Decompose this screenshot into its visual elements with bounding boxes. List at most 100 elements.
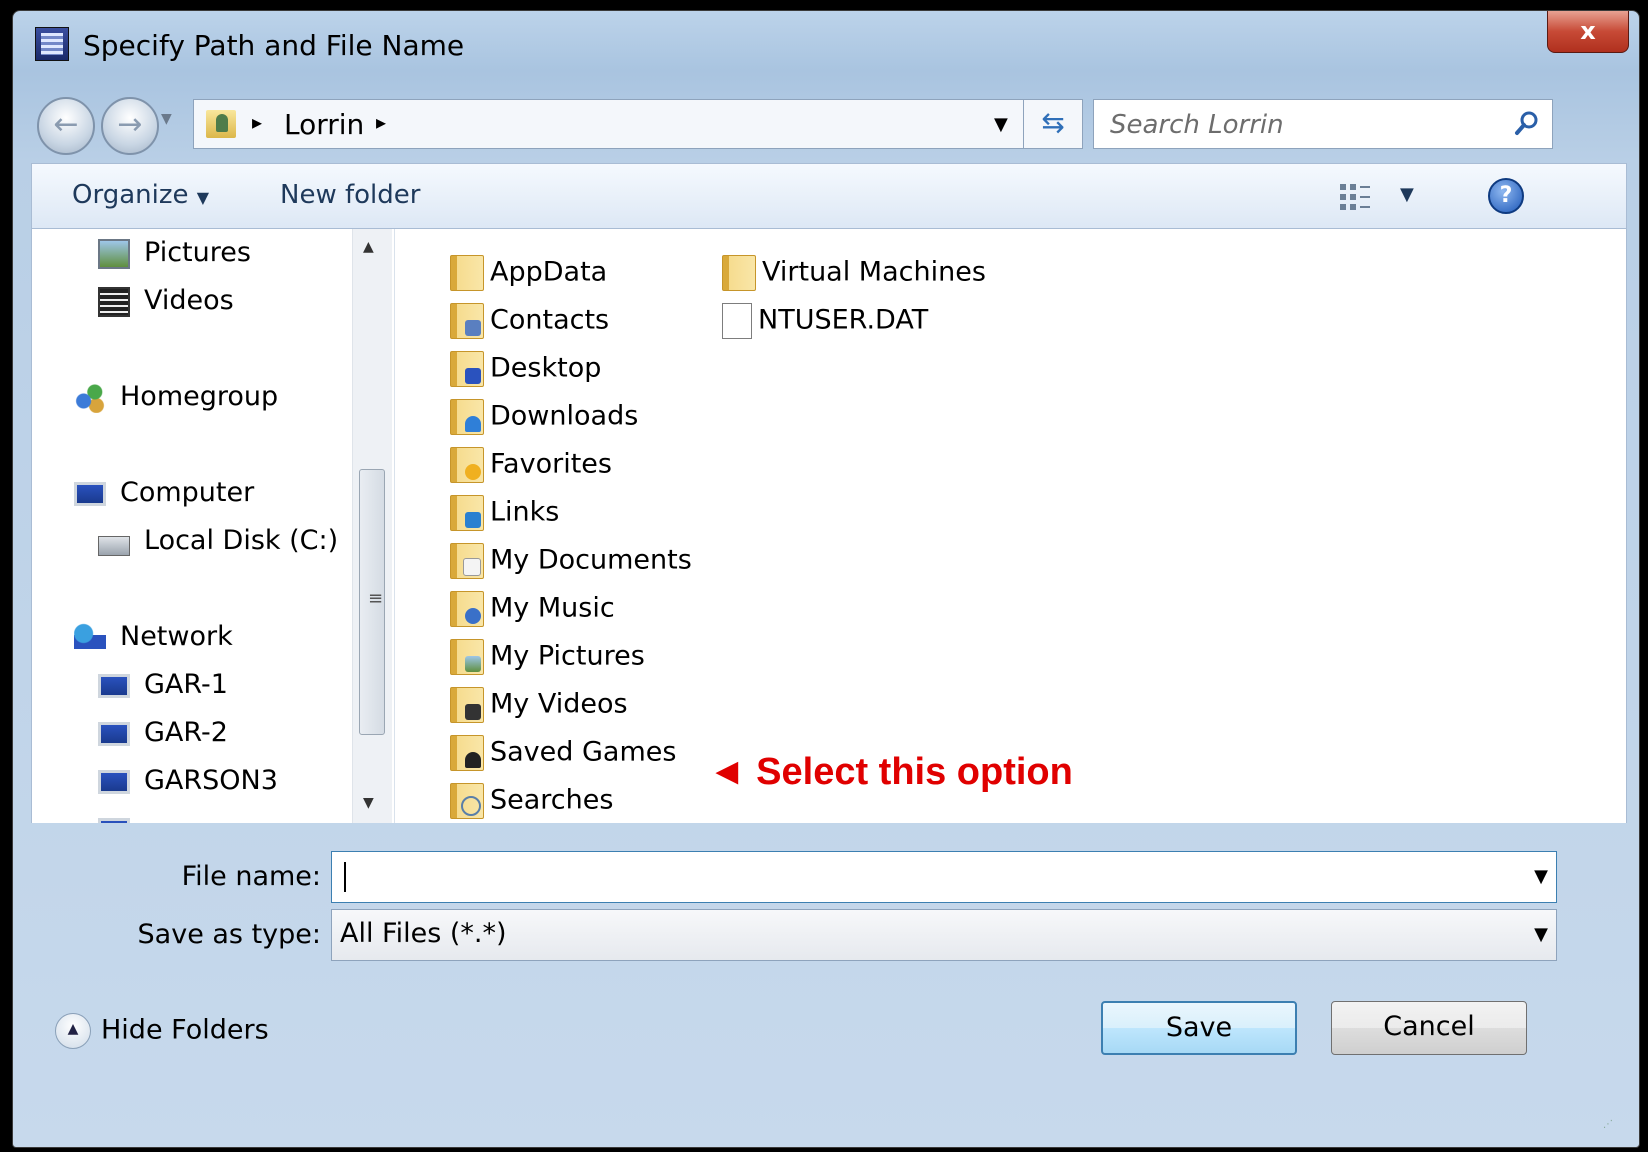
- downloads-folder-icon: [450, 399, 484, 435]
- file-label: Contacts: [490, 304, 610, 336]
- organize-menu[interactable]: Organize ▼: [72, 180, 209, 210]
- nav-item-network[interactable]: Network: [74, 621, 233, 653]
- hide-folders-toggle[interactable]: ▲ Hide Folders: [55, 1013, 269, 1049]
- file-item-saved-games[interactable]: Saved Games: [450, 735, 676, 771]
- save-type-select[interactable]: All Files (*.*) ▼: [331, 909, 1557, 961]
- nav-scrollbar[interactable]: ▲ ≡ ▼: [352, 229, 392, 823]
- nav-item-homegroup[interactable]: Homegroup: [74, 381, 278, 413]
- file-label: AppData: [490, 256, 608, 288]
- recent-locations-dropdown[interactable]: ▼: [161, 111, 172, 127]
- file-item-searches[interactable]: Searches: [450, 783, 613, 819]
- chevron-down-icon: ▼: [196, 188, 210, 207]
- file-label: Downloads: [490, 400, 639, 432]
- pictures-icon: [98, 238, 130, 269]
- nav-item-garson3[interactable]: GARSON3: [98, 765, 278, 796]
- nav-item-gar-1[interactable]: GAR-1: [98, 669, 228, 700]
- help-icon[interactable]: ?: [1488, 178, 1524, 214]
- file-icon: [722, 303, 752, 339]
- back-button[interactable]: ←: [37, 97, 95, 155]
- forward-arrow-icon: →: [117, 107, 143, 142]
- file-item-desktop[interactable]: Desktop: [450, 351, 601, 387]
- save-type-value: All Files (*.*): [340, 918, 507, 949]
- pane-divider[interactable]: [394, 229, 395, 823]
- file-label: Searches: [490, 784, 614, 816]
- view-options-icon[interactable]: [1338, 182, 1374, 212]
- scroll-thumb[interactable]: ≡: [359, 469, 385, 735]
- file-item-my-music[interactable]: My Music: [450, 591, 615, 627]
- breadcrumb-separator-icon[interactable]: ▸: [376, 110, 386, 134]
- nav-item-label: Computer: [120, 477, 255, 508]
- videos-icon: [98, 286, 130, 317]
- file-item-my-documents[interactable]: My Documents: [450, 543, 692, 579]
- file-item-ntuser-dat[interactable]: NTUSER.DAT: [722, 303, 928, 339]
- folder-icon: [450, 255, 484, 291]
- searches-folder-icon: [450, 783, 484, 819]
- file-item-my-pictures[interactable]: My Pictures: [450, 639, 645, 675]
- cancel-button[interactable]: Cancel: [1331, 1001, 1527, 1055]
- search-input[interactable]: [1108, 106, 1492, 144]
- nav-item-label: GAR-2: [144, 717, 228, 748]
- contacts-folder-icon: [450, 303, 484, 339]
- nav-item-label: Pictures: [144, 237, 251, 268]
- file-label: My Documents: [490, 544, 692, 576]
- file-label: Favorites: [490, 448, 612, 480]
- nav-item-label: GAR-1: [144, 669, 228, 700]
- homegroup-icon: [74, 382, 106, 413]
- file-item-virtual-machines[interactable]: Virtual Machines: [722, 255, 986, 291]
- forward-button[interactable]: →: [101, 97, 159, 155]
- nav-item-computer[interactable]: Computer: [74, 477, 254, 508]
- favorites-folder-icon: [450, 447, 484, 483]
- nav-item-label: GARSON3: [144, 765, 278, 796]
- nav-item-local-disk[interactable]: Local Disk (C:): [98, 525, 338, 556]
- search-icon[interactable]: [1514, 110, 1540, 136]
- network-icon: [74, 622, 106, 653]
- text-caret: [344, 862, 346, 892]
- nav-item-videos[interactable]: Videos: [98, 285, 234, 317]
- save-button[interactable]: Save: [1101, 1001, 1297, 1055]
- address-bar[interactable]: ▸ Lorrin ▸ ▼: [193, 99, 1049, 149]
- save-type-dropdown-icon[interactable]: ▼: [1534, 924, 1548, 945]
- refresh-button[interactable]: ⇆: [1023, 99, 1083, 149]
- file-item-contacts[interactable]: Contacts: [450, 303, 609, 339]
- new-folder-button[interactable]: New folder: [280, 180, 420, 210]
- scroll-down-icon[interactable]: ▼: [363, 795, 374, 811]
- scroll-up-icon[interactable]: ▲: [363, 239, 374, 255]
- file-label: Desktop: [490, 352, 602, 384]
- file-name-dropdown-icon[interactable]: ▼: [1534, 866, 1548, 887]
- file-item-my-videos[interactable]: My Videos: [450, 687, 628, 723]
- address-dropdown-icon[interactable]: ▼: [994, 114, 1008, 135]
- links-folder-icon: [450, 495, 484, 531]
- videos-folder-icon: [450, 687, 484, 723]
- nav-item-label: Videos: [144, 285, 234, 316]
- close-button[interactable]: x: [1547, 11, 1629, 53]
- documents-folder-icon: [450, 543, 484, 579]
- organize-label: Organize: [72, 180, 189, 210]
- saved-games-folder-icon: [450, 735, 484, 771]
- nav-item-partial[interactable]: [98, 813, 144, 823]
- file-item-links[interactable]: Links: [450, 495, 559, 531]
- command-bar: Organize ▼ New folder ▼ ?: [31, 163, 1627, 229]
- local-disk-icon: [98, 535, 130, 556]
- search-box[interactable]: [1093, 99, 1553, 149]
- file-label: My Music: [490, 592, 615, 624]
- file-item-favorites[interactable]: Favorites: [450, 447, 612, 483]
- annotation-callout: ◄ Select this option: [708, 751, 1073, 793]
- file-label: NTUSER.DAT: [758, 304, 929, 336]
- file-item-appdata[interactable]: AppData: [450, 255, 607, 291]
- file-label: Saved Games: [490, 736, 677, 768]
- file-name-field[interactable]: ▼: [331, 851, 1557, 903]
- save-form: File name: ▼ Save as type: All Files (*.…: [31, 823, 1627, 1143]
- chevron-up-icon: ▲: [55, 1013, 91, 1049]
- file-item-downloads[interactable]: Downloads: [450, 399, 638, 435]
- file-label: My Videos: [490, 688, 628, 720]
- breadcrumb-separator-icon[interactable]: ▸: [252, 110, 262, 134]
- breadcrumb-lorrin[interactable]: Lorrin: [284, 108, 364, 141]
- view-dropdown-icon[interactable]: ▼: [1400, 184, 1414, 205]
- resize-grip-icon[interactable]: ⋰: [1603, 1119, 1621, 1137]
- nav-item-label: Homegroup: [120, 381, 279, 412]
- save-type-label: Save as type:: [137, 919, 321, 950]
- file-label: My Pictures: [490, 640, 645, 672]
- nav-item-gar-2[interactable]: GAR-2: [98, 717, 228, 748]
- nav-item-pictures[interactable]: Pictures: [98, 237, 251, 269]
- navigation-pane[interactable]: Pictures Videos Homegroup Computer Local…: [32, 229, 392, 823]
